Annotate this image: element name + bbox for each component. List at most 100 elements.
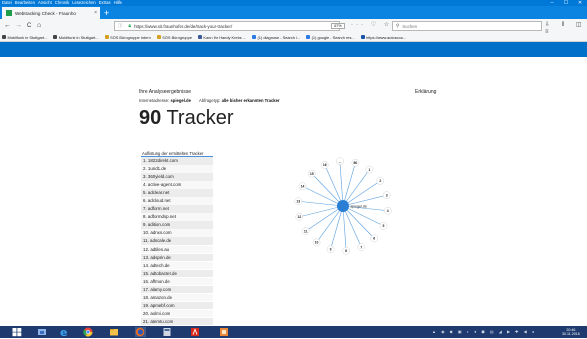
bookmark-item[interactable]: https://www.autoscou... [360, 35, 406, 40]
bookmark-label: (1) diagnose - Search i... [257, 34, 301, 40]
graph-node-label: 7 [360, 245, 362, 249]
file-explorer-icon[interactable] [109, 327, 120, 337]
bookmark-favicon-icon [306, 35, 311, 39]
tab-close-icon[interactable]: × [94, 10, 97, 16]
internet-explorer-icon[interactable]: e [59, 326, 70, 339]
reload-button[interactable]: C [27, 21, 31, 31]
bookmark-favicon-icon [252, 35, 257, 39]
bookmark-item[interactable]: (1) diagnose - Search i... [252, 35, 300, 40]
graph-edge [342, 205, 375, 239]
graph-node-label: 9 [330, 248, 332, 252]
tracker-count-label: Tracker [166, 107, 234, 129]
graph-edge [324, 164, 344, 207]
graph-edge [342, 162, 356, 207]
new-tab-button[interactable]: + [104, 8, 109, 18]
bookmark-item[interactable]: (1) google - Search res... [306, 35, 355, 40]
tracker-list-item[interactable]: 17. alamy.com [141, 285, 213, 294]
back-button[interactable]: ← [4, 21, 11, 31]
graph-edge [330, 205, 344, 250]
menu-item-ansicht[interactable]: Ansicht [38, 0, 52, 5]
tracker-list-item[interactable]: 8. adformdsp.net [141, 213, 213, 221]
bookmark-favicon-icon [2, 35, 6, 39]
url-bar[interactable]: ⓘ 🔒︎ https://www.sit.fraunhofer.de/de/tr… [114, 21, 340, 31]
tracker-list-item[interactable]: 11. adscale.de [141, 237, 213, 245]
search-icon: ⚲ [396, 23, 400, 28]
menu-item-hilfe[interactable]: Hilfe [114, 0, 122, 5]
tracker-list-item[interactable]: 16. affmon.de [141, 277, 213, 286]
menu-item-extras[interactable]: Extras [99, 0, 111, 5]
tracker-list-items[interactable]: 1. 1822direkt.com 2. 1und1.de 3. 360yield.… [141, 157, 213, 334]
tracker-list-item[interactable]: 19. apmebf.com [141, 301, 213, 310]
tracker-list-item[interactable]: 6. adcloud.net [141, 197, 213, 205]
tracker-list-header: Auflistung der ermittelten Tracker [141, 150, 213, 157]
navigation-toolbar: ← → C ⌂ ⓘ 🔒︎ https://www.sit.fraunhofer.… [0, 19, 587, 35]
tab-strip: Webtracking Check - Fraunho × + [0, 6, 587, 19]
explanation-link[interactable]: Erklärung [415, 89, 436, 95]
bookmark-label: SÖS Bürogruppe [162, 34, 192, 40]
page-action-icons[interactable]: ··· ♡ ☆ [351, 21, 392, 28]
graph-edge [311, 173, 344, 207]
tracker-list-item[interactable]: 20. aolmi.com [141, 309, 213, 318]
address-value: spiegel.de [170, 98, 191, 103]
graph-edge [342, 205, 362, 248]
tracker-list-item[interactable]: 5. adclear.net [141, 189, 213, 197]
menu-item-chronik[interactable]: Chronik [55, 0, 69, 5]
bookmark-item[interactable]: Mobilfunk in Stuttgart... [2, 35, 47, 40]
menu-item-bearbeiten[interactable]: Bearbeiten [15, 0, 35, 5]
url-text: https://www.sit.fraunhofer.de/de/track-y… [134, 23, 233, 29]
forward-button[interactable]: → [15, 21, 22, 31]
calculator-icon[interactable] [162, 327, 173, 337]
graph-center-node[interactable] [337, 200, 349, 212]
menu-item-datei[interactable]: Datei [2, 0, 12, 5]
bookmark-item[interactable]: Kann Ihr Handy Krebs ... [197, 34, 247, 40]
bookmark-label: Kann Ihr Handy Krebs ... [203, 34, 247, 40]
taskview-icon[interactable] [37, 327, 48, 337]
windows-start-icon[interactable] [12, 327, 23, 337]
menu-item-lesezeichen[interactable]: Lesezeichen [72, 0, 96, 5]
system-tray-icons[interactable]: ▲ ◉ ◆ ▣ ◐ ♦ ◼ ▤ ◢ ▶ ✚ ◀ ◂ [432, 329, 536, 334]
graph-edge [342, 205, 347, 251]
site-header-banner [0, 42, 587, 57]
tracker-list-item[interactable]: 1. 1822direkt.com [141, 157, 213, 165]
zoom-level-indicator[interactable]: 67% [331, 22, 345, 29]
firefox-icon[interactable] [135, 327, 146, 337]
bookmark-favicon-icon [53, 35, 58, 39]
graph-node-label: 12 [297, 215, 301, 219]
search-placeholder: Suchen [402, 23, 418, 29]
bookmark-label: Mobilfunk in Stuttgart... [58, 34, 99, 40]
graph-node-label: 80 [354, 161, 358, 165]
graph-edge [339, 161, 344, 207]
app-icon-orange[interactable] [219, 327, 230, 337]
tracker-list-item[interactable]: 7. adform.net [141, 205, 213, 213]
acrobat-icon[interactable] [190, 327, 201, 337]
taskbar-clock[interactable]: 20:46 30.11.2016 [562, 328, 580, 337]
bookmark-item[interactable]: SÖS Bürogruppe [156, 34, 192, 40]
info-icon[interactable]: ⓘ [118, 23, 122, 29]
graph-node-label: 16 [323, 163, 327, 167]
tracker-list-item[interactable]: 12. adtiles.au [141, 245, 213, 254]
tracker-list-item[interactable]: 9. adition.com [141, 221, 213, 229]
tracker-list-item[interactable]: 14. adtech.de [141, 261, 213, 270]
chrome-icon[interactable] [83, 327, 94, 337]
search-input[interactable]: ⚲ Suchen [392, 21, 542, 31]
bookmark-favicon-icon [104, 35, 109, 39]
bookmark-favicon-icon [156, 35, 161, 39]
graph-node-label: 8 [345, 249, 347, 253]
tracker-list-item[interactable]: 2. 1und1.de [141, 165, 213, 173]
home-button[interactable]: ⌂ [37, 21, 41, 31]
tracker-list-item[interactable]: 15. adtobacter.de [141, 269, 213, 278]
bookmark-item[interactable]: Mobilfunk in Stuttgart... [53, 34, 99, 40]
tab-webtracking-check[interactable]: Webtracking Check - Fraunho × [2, 7, 100, 19]
graph-node-label: ... [338, 159, 341, 163]
tracker-list-item[interactable]: 4. active-agent.com [141, 181, 213, 189]
tracker-list-item[interactable]: 3. 360yield.com [141, 173, 213, 181]
tab-title: Webtracking Check - Fraunho [15, 10, 76, 16]
tracker-list-item[interactable]: 18. amazon.de [141, 293, 213, 302]
tracker-list-item[interactable]: 13. adsprin.de [141, 253, 213, 262]
bookmarks-bar: Mobilfunk in Stuttgart... Mobilfunk in St… [0, 33, 587, 42]
bookmark-favicon-icon [360, 35, 365, 39]
bookmark-item[interactable]: SÖS Bürogruppe Intern [104, 35, 151, 40]
tracker-list-item[interactable]: 10. adnxs.com [141, 229, 213, 237]
graph-edge [342, 180, 381, 207]
tracker-list-item[interactable]: 21. atemtu.com [141, 317, 213, 326]
